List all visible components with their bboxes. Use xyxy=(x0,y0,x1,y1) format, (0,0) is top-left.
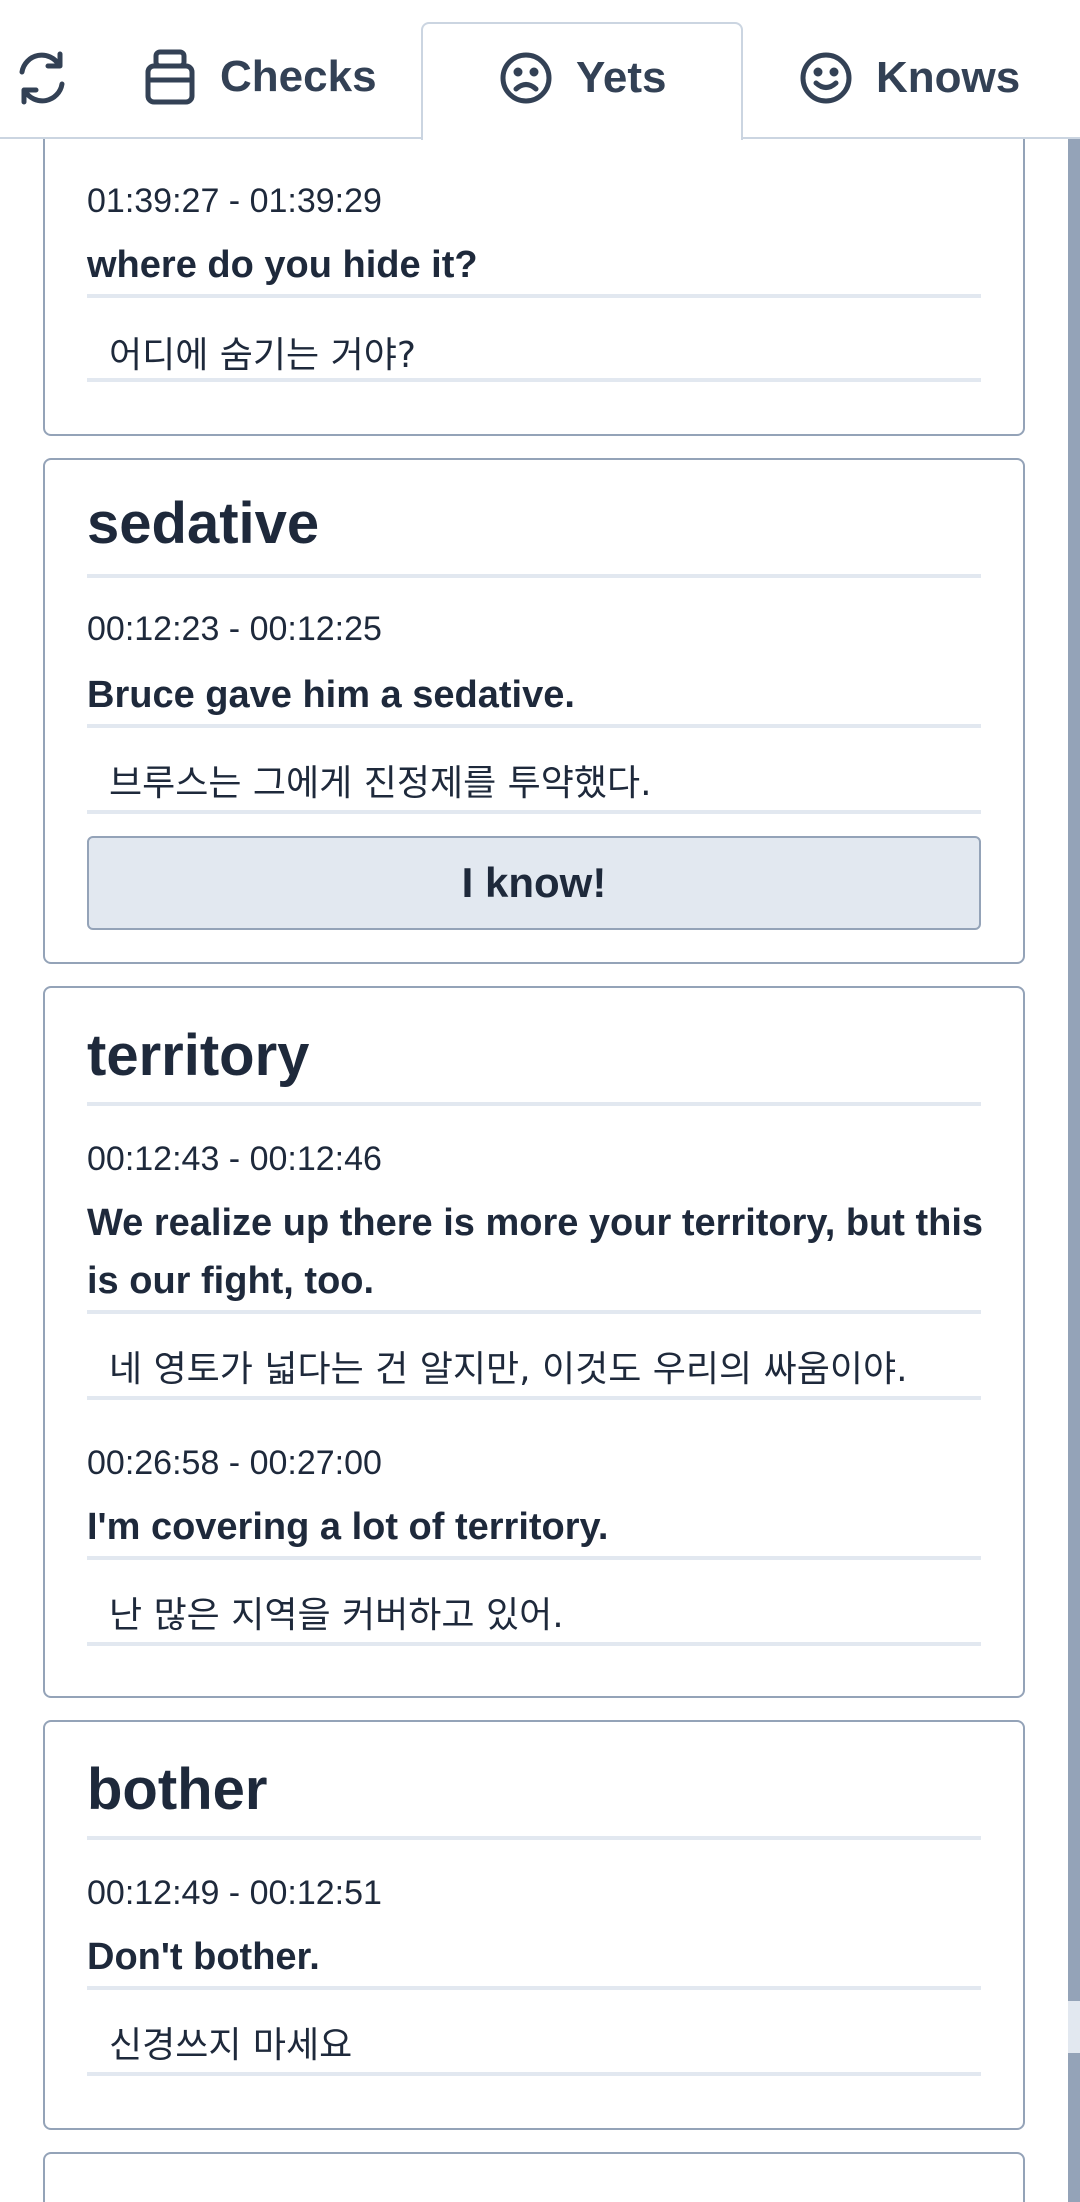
subtitle-korean: 어디에 숨기는 거야? xyxy=(109,335,416,376)
subtitle-korean: 난 많은 지역을 커버하고 있어. xyxy=(109,1595,564,1636)
scrollbar-track[interactable] xyxy=(1068,139,1080,2202)
scrollbar-thumb[interactable] xyxy=(1068,2001,1080,2053)
divider xyxy=(87,1396,981,1400)
vocab-word: sedative xyxy=(87,491,320,556)
subtitle-timestamp: 00:12:23 - 00:12:25 xyxy=(87,610,382,648)
i-know-button[interactable]: I know! xyxy=(87,836,981,930)
tab-checks-label: Checks xyxy=(220,52,377,101)
divider xyxy=(87,1836,981,1840)
tab-yets[interactable]: Yets xyxy=(498,50,667,106)
divider xyxy=(87,724,981,728)
subtitle-korean: 네 영토가 넓다는 건 알지만, 이것도 우리의 싸움이야. xyxy=(109,1349,908,1390)
subtitle-english: where do you hide it? xyxy=(87,244,478,286)
divider xyxy=(87,294,981,298)
divider xyxy=(87,1986,981,1990)
subtitle-english: We realize up there is more your territo… xyxy=(87,1202,984,1302)
subtitle-timestamp: 00:26:58 - 00:27:00 xyxy=(87,1444,382,1482)
subtitle-korean: 신경쓰지 마세요 xyxy=(109,2025,353,2066)
subtitle-timestamp: 01:39:27 - 01:39:29 xyxy=(87,182,382,220)
tab-checks[interactable]: Checks xyxy=(142,48,377,106)
divider xyxy=(87,1642,981,1646)
word-card: sedative 00:12:23 - 00:12:25 Bruce gave … xyxy=(43,458,1025,964)
subtitle-english: Bruce gave him a sedative. xyxy=(87,674,575,716)
subtitle-timestamp: 00:12:43 - 00:12:46 xyxy=(87,1140,382,1178)
divider xyxy=(87,1556,981,1560)
tab-knows-label: Knows xyxy=(876,53,1021,102)
frown-icon xyxy=(500,52,552,104)
subtitle-english: Don't bother. xyxy=(87,1936,320,1978)
vocab-word: territory xyxy=(87,1023,310,1088)
smile-icon xyxy=(800,52,852,104)
divider xyxy=(87,2072,981,2076)
subtitle-timestamp: 00:12:49 - 00:12:51 xyxy=(87,1874,382,1912)
tab-bar: Checks Yets Knows xyxy=(0,0,1080,140)
divider xyxy=(87,1310,981,1314)
refresh-icon xyxy=(19,51,65,105)
subtitle-korean: 브루스는 그에게 진정제를 투약했다. xyxy=(109,763,652,804)
divider xyxy=(87,1102,981,1106)
word-card xyxy=(43,2152,1025,2202)
word-card: bother 00:12:49 - 00:12:51 Don't bother.… xyxy=(43,1720,1025,2130)
subtitle-english: I'm covering a lot of territory. xyxy=(87,1506,609,1548)
vocab-word: bother xyxy=(87,1757,268,1822)
tab-yets-label: Yets xyxy=(576,53,667,102)
refresh-button[interactable] xyxy=(14,50,70,106)
stack-icon xyxy=(145,49,195,105)
word-card: 01:39:27 - 01:39:29 where do you hide it… xyxy=(43,100,1025,436)
divider xyxy=(87,378,981,382)
divider xyxy=(87,810,981,814)
word-card: territory 00:12:43 - 00:12:46 We realize… xyxy=(43,986,1025,1698)
tab-knows[interactable]: Knows xyxy=(798,50,1020,106)
divider xyxy=(87,574,981,578)
